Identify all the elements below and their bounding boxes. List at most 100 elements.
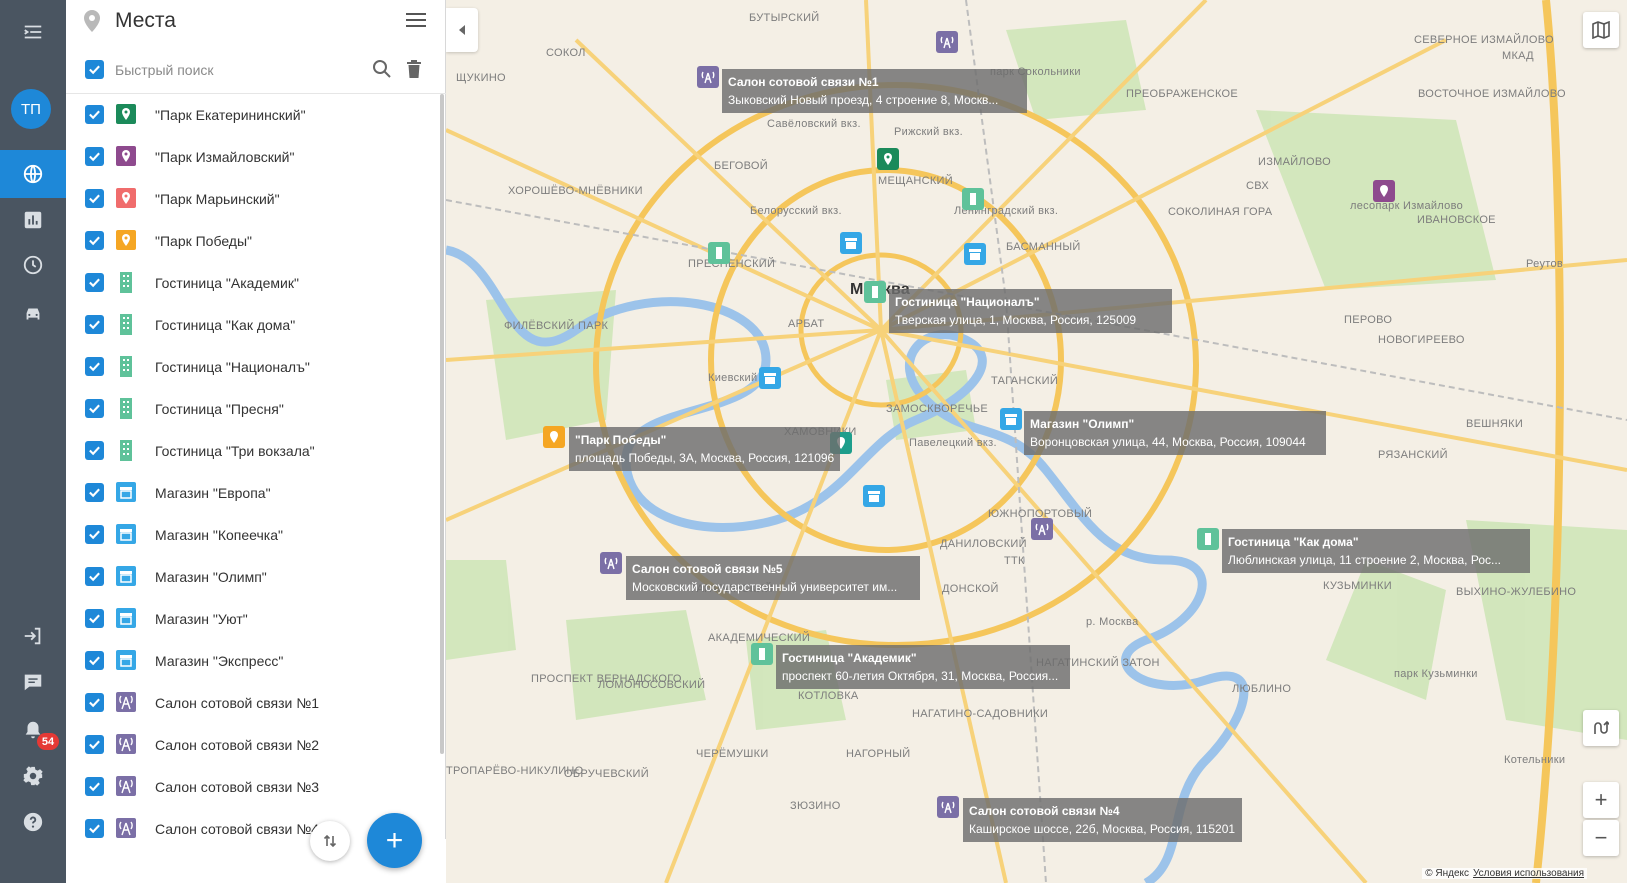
logout-button[interactable]	[0, 612, 66, 660]
list-item[interactable]: Магазин "Экспресс"	[66, 640, 440, 682]
hamburger-menu-icon[interactable]	[406, 12, 426, 33]
list-item[interactable]: Салон сотовой связи №3	[66, 766, 440, 808]
collapse-panel-button[interactable]	[446, 8, 478, 52]
list-item[interactable]: Гостиница "Националъ"	[66, 346, 440, 388]
help-button[interactable]	[0, 798, 66, 846]
select-all-checkbox[interactable]	[85, 60, 104, 79]
map-layers-button[interactable]	[1583, 12, 1619, 48]
list-item[interactable]: Гостиница "Как дома"	[66, 304, 440, 346]
hotel-marker[interactable]	[708, 242, 730, 264]
park-marker[interactable]	[543, 426, 565, 448]
hotel-icon	[116, 440, 136, 462]
place-checkbox[interactable]	[85, 651, 104, 670]
place-callout[interactable]: Гостиница "Националъ" Тверская улица, 1, …	[889, 289, 1172, 333]
shop-marker[interactable]	[964, 243, 986, 265]
place-label: Салон сотовой связи №3	[155, 779, 320, 795]
add-place-button[interactable]: +	[367, 813, 422, 868]
shop-marker[interactable]	[1000, 408, 1022, 430]
place-checkbox[interactable]	[85, 231, 104, 250]
place-checkbox[interactable]	[85, 777, 104, 796]
place-checkbox[interactable]	[85, 819, 104, 838]
place-checkbox[interactable]	[85, 273, 104, 292]
nav-places[interactable]	[0, 150, 66, 198]
tower-marker[interactable]	[937, 796, 959, 818]
shop-marker[interactable]	[840, 232, 862, 254]
nav-reports[interactable]	[0, 196, 66, 244]
place-callout[interactable]: Магазин "Олимп" Воронцовская улица, 44, М…	[1024, 411, 1326, 455]
list-scrollbar[interactable]	[440, 94, 444, 754]
delete-icon[interactable]	[406, 59, 422, 84]
place-label: Магазин "Европа"	[155, 485, 271, 501]
tower-marker[interactable]	[936, 31, 958, 53]
place-callout[interactable]: Салон сотовой связи №5 Московский государ…	[626, 556, 920, 600]
place-label: Магазин "Олимп"	[155, 569, 267, 585]
list-item[interactable]: Магазин "Европа"	[66, 472, 440, 514]
ruler-button[interactable]	[1583, 710, 1619, 746]
place-checkbox[interactable]	[85, 399, 104, 418]
chat-button[interactable]	[0, 658, 66, 706]
map-label: ВЫХИНО-ЖУЛЕБИНО	[1456, 586, 1577, 598]
place-checkbox[interactable]	[85, 735, 104, 754]
building-icon	[872, 286, 878, 298]
sort-button[interactable]	[310, 821, 350, 861]
place-callout[interactable]: "Парк Победы" площадь Победы, 3А, Москва,…	[569, 427, 840, 471]
list-item[interactable]: "Парк Измайловский"	[66, 136, 440, 178]
place-checkbox[interactable]	[85, 525, 104, 544]
place-callout[interactable]: Гостиница "Как дома" Люблинская улица, 11…	[1222, 529, 1530, 573]
map-view[interactable]: БУТЫРСКИЙ СОКОЛ ЩУКИНО Савёловский вкз. Рижс…	[446, 0, 1627, 883]
callout-title: Салон сотовой связи №5	[632, 562, 783, 576]
place-checkbox[interactable]	[85, 315, 104, 334]
list-item[interactable]: Салон сотовой связи №2	[66, 724, 440, 766]
hotel-marker[interactable]	[962, 188, 984, 210]
list-item[interactable]: Гостиница "Пресня"	[66, 388, 440, 430]
place-callout[interactable]: Салон сотовой связи №1 Зыковский Новый пр…	[722, 69, 1027, 113]
park-marker[interactable]	[1373, 180, 1395, 202]
tower-icon	[116, 776, 136, 798]
list-item[interactable]: "Парк Марьинский"	[66, 178, 440, 220]
search-icon[interactable]	[372, 59, 392, 84]
place-checkbox[interactable]	[85, 147, 104, 166]
tower-marker[interactable]	[1031, 518, 1053, 540]
expand-menu-button[interactable]	[0, 8, 66, 56]
settings-button[interactable]	[0, 752, 66, 800]
place-checkbox[interactable]	[85, 567, 104, 586]
hotel-marker[interactable]	[1197, 528, 1219, 550]
building-icon	[120, 272, 132, 293]
park-marker[interactable]	[877, 148, 899, 170]
shop-marker[interactable]	[759, 367, 781, 389]
list-item[interactable]: Магазин "Олимп"	[66, 556, 440, 598]
nav-vehicles[interactable]	[0, 290, 66, 338]
place-checkbox[interactable]	[85, 441, 104, 460]
nav-history[interactable]	[0, 241, 66, 289]
list-item[interactable]: "Парк Екатерининский"	[66, 94, 440, 136]
list-item[interactable]: Гостиница "Академик"	[66, 262, 440, 304]
list-item[interactable]: Магазин "Уют"	[66, 598, 440, 640]
shop-marker[interactable]	[863, 485, 885, 507]
cell-tower-icon	[604, 557, 618, 570]
tower-marker[interactable]	[600, 552, 622, 574]
list-item[interactable]: Магазин "Копеечка"	[66, 514, 440, 556]
zoom-in-button[interactable]: +	[1583, 782, 1619, 818]
check-icon	[89, 614, 100, 624]
hotel-marker[interactable]	[751, 643, 773, 665]
place-checkbox[interactable]	[85, 609, 104, 628]
list-item[interactable]: Салон сотовой связи №1	[66, 682, 440, 724]
user-avatar[interactable]: ТП	[11, 89, 51, 129]
hotel-marker[interactable]	[864, 281, 886, 303]
place-checkbox[interactable]	[85, 105, 104, 124]
quick-search-input[interactable]	[115, 58, 365, 82]
place-checkbox[interactable]	[85, 483, 104, 502]
list-item[interactable]: "Парк Победы"	[66, 220, 440, 262]
map-pin-icon	[1380, 185, 1388, 197]
zoom-out-button[interactable]: −	[1583, 820, 1619, 856]
place-callout[interactable]: Гостиница "Академик" проспект 60-летия Ок…	[776, 645, 1070, 689]
map-pin-icon	[84, 10, 100, 37]
shop-icon	[116, 608, 136, 630]
place-checkbox[interactable]	[85, 357, 104, 376]
tower-marker[interactable]	[697, 66, 719, 88]
place-checkbox[interactable]	[85, 693, 104, 712]
place-checkbox[interactable]	[85, 189, 104, 208]
terms-link[interactable]: Условия использования	[1473, 868, 1584, 879]
list-item[interactable]: Гостиница "Три вокзала"	[66, 430, 440, 472]
place-callout[interactable]: Салон сотовой связи №4 Каширское шоссе, 2…	[963, 798, 1242, 842]
